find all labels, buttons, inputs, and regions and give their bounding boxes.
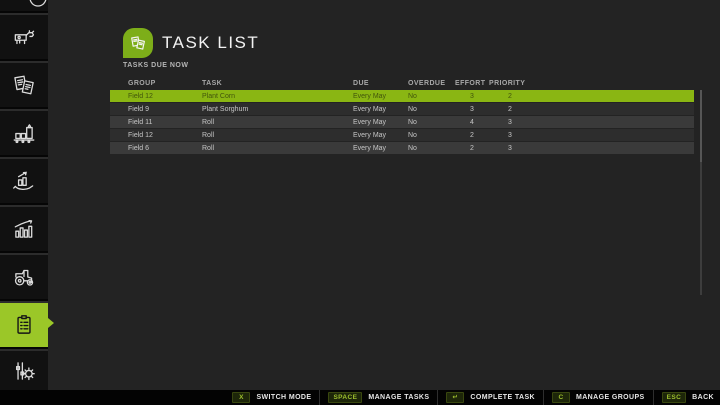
task-list-icon xyxy=(11,312,37,338)
cell-effort: 4 xyxy=(455,119,489,126)
cell-overdue: No xyxy=(408,145,455,152)
sidebar-item-finance[interactable] xyxy=(0,157,48,203)
column-header-priority: PRIORITY xyxy=(489,80,531,87)
keybinding-label: COMPLETE TASK xyxy=(470,394,535,401)
cell-overdue: No xyxy=(408,93,455,100)
keybinding-bar: X SWITCH MODE SPACE MANAGE TASKS ↵ COMPL… xyxy=(0,390,720,405)
cell-priority: 2 xyxy=(489,93,531,100)
cell-group: Field 6 xyxy=(128,145,202,152)
sidebar-item-statistics[interactable] xyxy=(0,205,48,251)
cell-due: Every May xyxy=(353,132,408,139)
cell-due: Every May xyxy=(353,145,408,152)
sidebar-item-contracts[interactable] xyxy=(0,61,48,107)
cell-task: Roll xyxy=(202,119,353,126)
key-enter-icon: ↵ xyxy=(446,392,464,403)
cell-task: Plant Sorghum xyxy=(202,106,353,113)
keybinding-back[interactable]: ESC BACK xyxy=(653,390,714,405)
sidebar-item-map[interactable] xyxy=(0,0,48,11)
sidebar-item-animals[interactable] xyxy=(0,13,48,59)
cell-overdue: No xyxy=(408,132,455,139)
cell-overdue: No xyxy=(408,106,455,113)
contracts-icon xyxy=(11,72,37,98)
production-icon xyxy=(11,120,37,146)
key-c: C xyxy=(552,392,570,403)
cell-priority: 3 xyxy=(489,132,531,139)
keybinding-label: BACK xyxy=(692,394,714,401)
cell-task: Plant Corn xyxy=(202,93,353,100)
statistics-icon xyxy=(11,216,37,242)
vehicles-icon xyxy=(11,264,37,290)
keybinding-manage-groups[interactable]: C MANAGE GROUPS xyxy=(543,390,645,405)
task-table: GROUP TASK DUE OVERDUE EFFORT PRIORITY F… xyxy=(110,78,694,155)
table-scrollbar[interactable] xyxy=(700,90,702,295)
active-item-arrow xyxy=(48,318,54,328)
animals-icon xyxy=(11,24,37,50)
keybinding-switch-mode[interactable]: X SWITCH MODE xyxy=(232,390,311,405)
finance-icon xyxy=(11,168,37,194)
table-row[interactable]: Field 12 Roll Every May No 2 3 xyxy=(110,129,694,141)
cell-priority: 3 xyxy=(489,145,531,152)
column-header-group: GROUP xyxy=(128,80,202,87)
cell-group: Field 12 xyxy=(128,132,202,139)
cell-group: Field 11 xyxy=(128,119,202,126)
page-title: TASK LIST xyxy=(162,33,259,53)
cell-group: Field 12 xyxy=(128,93,202,100)
cell-due: Every May xyxy=(353,119,408,126)
keybinding-complete-task[interactable]: ↵ COMPLETE TASK xyxy=(437,390,535,405)
scrollbar-thumb[interactable] xyxy=(700,90,702,162)
column-header-overdue: OVERDUE xyxy=(408,80,455,87)
cell-effort: 3 xyxy=(455,106,489,113)
cell-task: Roll xyxy=(202,132,353,139)
page-subtitle: TASKS DUE NOW xyxy=(123,62,188,69)
column-header-due: DUE xyxy=(353,80,408,87)
cell-due: Every May xyxy=(353,93,408,100)
column-header-effort: EFFORT xyxy=(455,80,489,87)
sidebar xyxy=(0,0,48,390)
keybinding-manage-tasks[interactable]: SPACE MANAGE TASKS xyxy=(319,390,429,405)
key-space: SPACE xyxy=(328,392,362,403)
cell-priority: 2 xyxy=(489,106,531,113)
table-row[interactable]: Field 6 Roll Every May No 2 3 xyxy=(110,142,694,154)
page-header-icon-badge xyxy=(123,28,153,58)
cell-priority: 3 xyxy=(489,119,531,126)
cell-task: Roll xyxy=(202,145,353,152)
table-row[interactable]: Field 9 Plant Sorghum Every May No 3 2 xyxy=(110,103,694,115)
table-row[interactable]: Field 12 Plant Corn Every May No 3 2 xyxy=(110,90,694,102)
cell-effort: 3 xyxy=(455,93,489,100)
table-body: Field 12 Plant Corn Every May No 3 2 Fie… xyxy=(110,90,694,154)
cell-effort: 2 xyxy=(455,145,489,152)
sidebar-item-production[interactable] xyxy=(0,109,48,155)
keybinding-label: SWITCH MODE xyxy=(256,394,311,401)
cell-group: Field 9 xyxy=(128,106,202,113)
cell-effort: 2 xyxy=(455,132,489,139)
keybinding-label: MANAGE GROUPS xyxy=(576,394,645,401)
sidebar-item-vehicles[interactable] xyxy=(0,253,48,299)
cell-overdue: No xyxy=(408,119,455,126)
column-header-task: TASK xyxy=(202,80,353,87)
key-x: X xyxy=(232,392,250,403)
key-esc: ESC xyxy=(662,392,687,403)
table-header-row: GROUP TASK DUE OVERDUE EFFORT PRIORITY xyxy=(110,78,694,88)
sidebar-item-settings[interactable] xyxy=(0,349,48,390)
sidebar-item-tasks[interactable] xyxy=(0,301,48,347)
keybinding-label: MANAGE TASKS xyxy=(368,394,429,401)
notes-icon xyxy=(129,34,147,52)
circle-partial-icon xyxy=(0,0,48,11)
table-row[interactable]: Field 11 Roll Every May No 4 3 xyxy=(110,116,694,128)
settings-icon xyxy=(11,358,37,384)
cell-due: Every May xyxy=(353,106,408,113)
